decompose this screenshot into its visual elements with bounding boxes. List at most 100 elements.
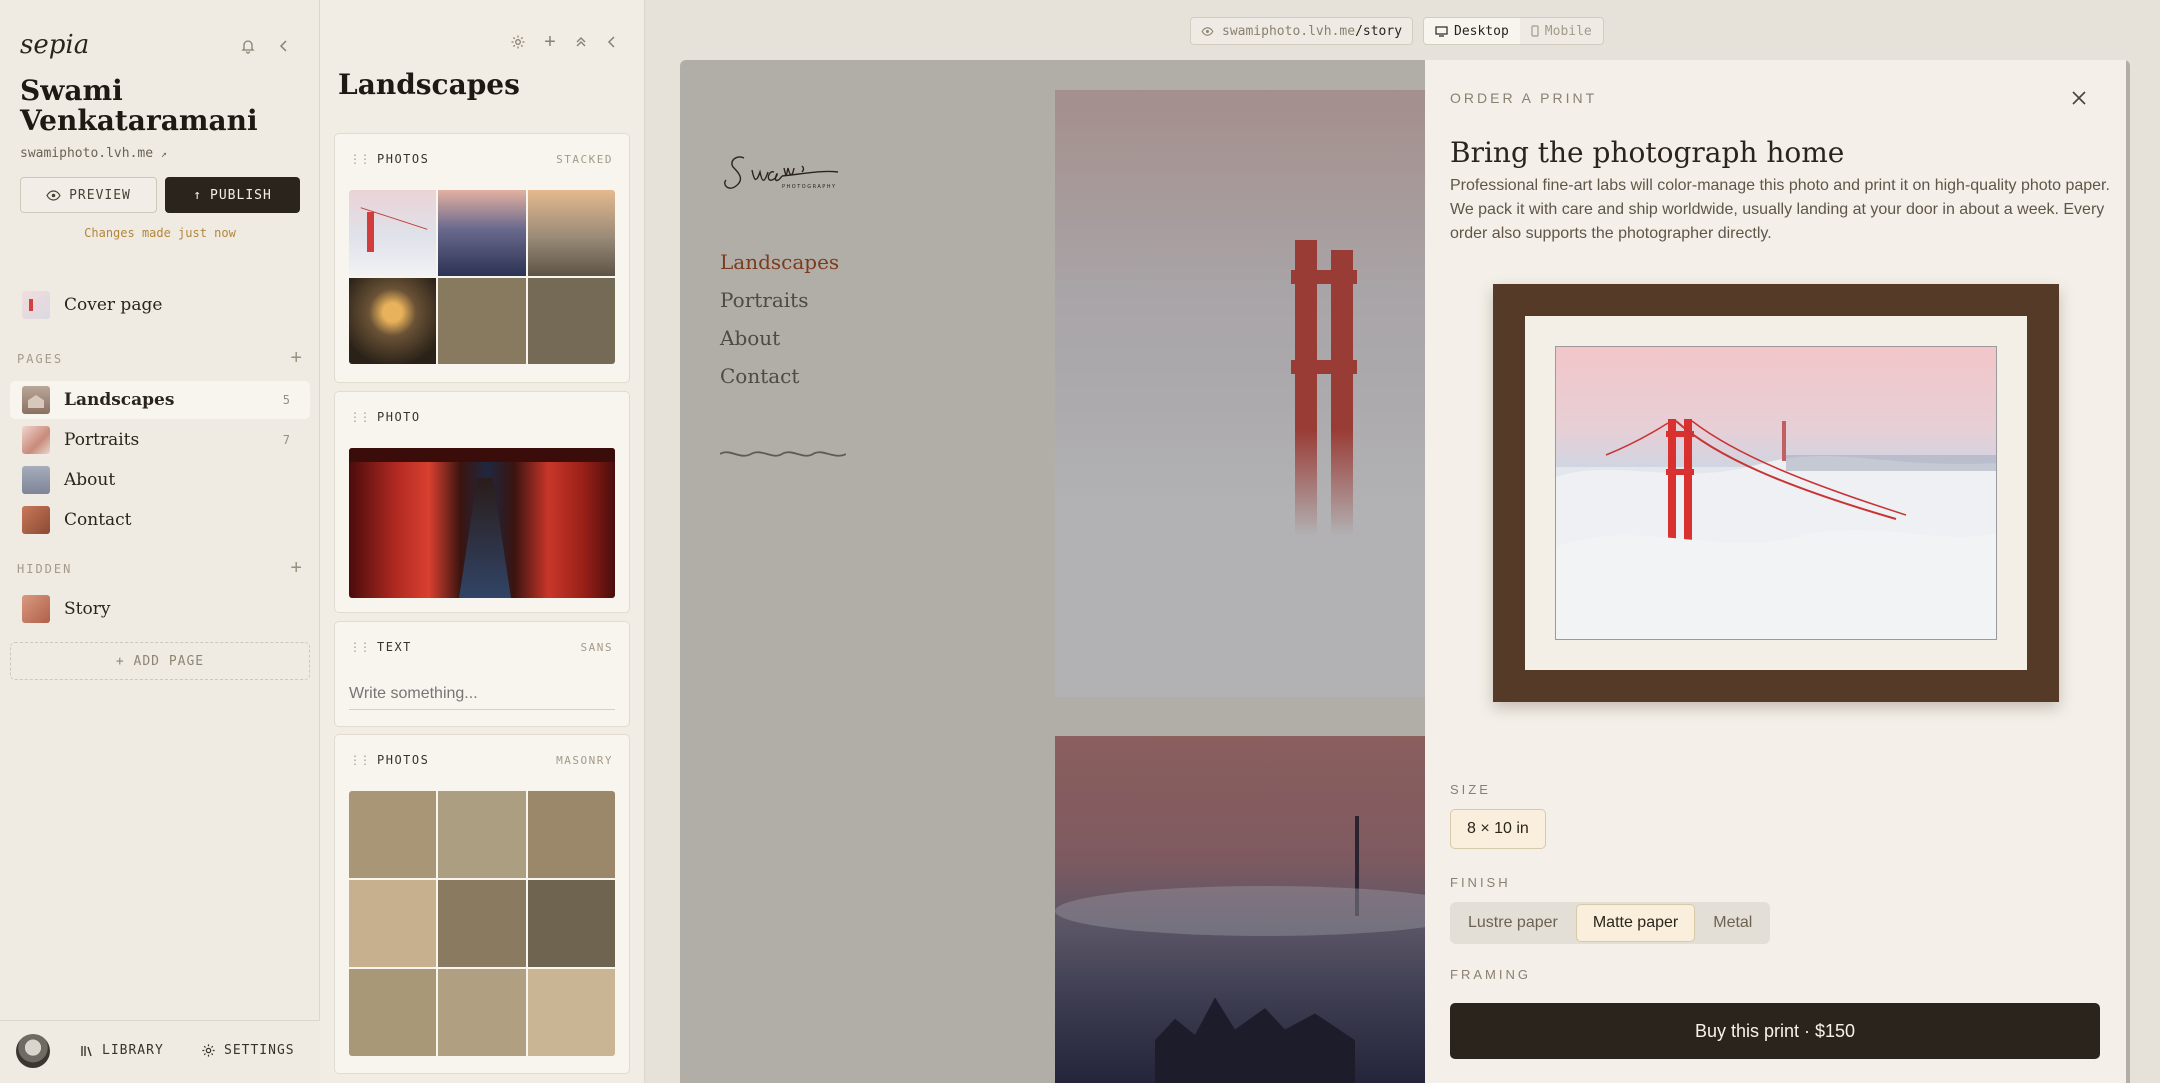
drag-handle-icon[interactable]: ⋮⋮	[349, 152, 371, 166]
desktop-toggle[interactable]: Desktop	[1424, 18, 1520, 44]
photo-placeholder[interactable]	[438, 969, 526, 1056]
cover-page-item[interactable]: Cover page	[10, 286, 310, 324]
photo-placeholder[interactable]	[349, 969, 437, 1056]
signature-logo[interactable]: PHOTOGRAPHY	[722, 148, 852, 208]
settings-label: SETTINGS	[224, 1043, 295, 1058]
photo-grid	[349, 791, 615, 1056]
site-url-text: swamiphoto.lvh.me	[20, 146, 154, 161]
story-label: Story	[64, 599, 111, 619]
photo-single-block[interactable]: ⋮⋮ PHOTO	[334, 391, 630, 613]
finish-option-lustre[interactable]: Lustre paper	[1452, 904, 1574, 942]
photo-thumbnail[interactable]	[349, 278, 437, 364]
hidden-heading: HIDDEN	[17, 562, 72, 576]
phone-icon	[1531, 25, 1539, 37]
photo-thumbnail[interactable]	[527, 190, 615, 276]
about-label: About	[64, 470, 116, 490]
framing-label: FRAMING	[1450, 967, 1531, 982]
library-label: LIBRARY	[102, 1043, 164, 1058]
sidebar-item-about[interactable]: About	[10, 461, 310, 499]
sidebar-item-portraits[interactable]: Portraits 7	[10, 421, 310, 459]
site-nav-about[interactable]: About	[720, 326, 780, 350]
brand-logo: sepia	[20, 30, 90, 60]
library-button[interactable]: LIBRARY	[80, 1043, 164, 1058]
preview-button[interactable]: PREVIEW	[20, 177, 157, 213]
add-block-plus-icon[interactable]: +	[538, 30, 562, 54]
finish-option-metal[interactable]: Metal	[1697, 904, 1768, 942]
about-thumbnail	[22, 466, 50, 494]
block-label: ⋮⋮ PHOTOS	[349, 753, 429, 767]
drawer-description: Professional fine-art labs will color-ma…	[1450, 177, 2110, 242]
block-font-tag[interactable]: SANS	[581, 641, 614, 654]
photo-placeholder[interactable]	[527, 880, 615, 967]
publish-button[interactable]: ↑ PUBLISH	[165, 177, 300, 213]
mobile-toggle[interactable]: Mobile	[1520, 18, 1603, 44]
cover-page-label: Cover page	[64, 295, 163, 315]
sidebar-item-landscapes[interactable]: Landscapes 5	[10, 381, 310, 419]
photo-placeholder[interactable]	[349, 880, 437, 967]
close-icon[interactable]	[2067, 86, 2091, 110]
photos-stacked-block[interactable]: ⋮⋮ PHOTOS STACKED	[334, 133, 630, 383]
block-label-text: PHOTO	[377, 410, 421, 424]
panel-title: Landscapes	[338, 68, 520, 101]
desktop-label: Desktop	[1454, 23, 1509, 39]
site-nav-landscapes[interactable]: Landscapes	[720, 250, 839, 274]
sidebar-item-contact[interactable]: Contact	[10, 501, 310, 539]
bell-icon[interactable]	[236, 34, 260, 58]
drag-handle-icon[interactable]: ⋮⋮	[349, 640, 371, 654]
text-block[interactable]: ⋮⋮ TEXT SANS	[334, 621, 630, 727]
drag-handle-icon[interactable]: ⋮⋮	[349, 753, 371, 767]
settings-button[interactable]: SETTINGS	[201, 1043, 295, 1058]
gallery-photo-bridge[interactable]	[1055, 90, 1475, 697]
arrow-up-icon: ↑	[193, 187, 203, 203]
add-hidden-plus-icon[interactable]: +	[290, 558, 302, 578]
contact-thumbnail	[22, 506, 50, 534]
photo-placeholder[interactable]	[438, 791, 526, 878]
site-nav-portraits[interactable]: Portraits	[720, 288, 808, 312]
sidebar-item-story[interactable]: Story	[10, 590, 310, 628]
text-block-input[interactable]	[349, 678, 615, 710]
page-settings-gear-icon[interactable]	[506, 30, 530, 54]
collapse-all-icon[interactable]	[569, 30, 593, 54]
buy-print-button[interactable]: Buy this print · $150	[1450, 1003, 2100, 1059]
avatar[interactable]	[16, 1034, 50, 1068]
photos-masonry-block[interactable]: ⋮⋮ PHOTOS MASONRY	[334, 734, 630, 1074]
drawer-eyebrow: ORDER A PRINT	[1450, 90, 1598, 106]
photo-placeholder[interactable]	[527, 969, 615, 1056]
publish-label: PUBLISH	[210, 187, 272, 203]
contact-label: Contact	[64, 510, 132, 530]
collapse-sidebar-icon[interactable]	[272, 34, 296, 58]
site-url-link[interactable]: swamiphoto.lvh.me ↗	[20, 146, 167, 161]
photo-placeholder[interactable]	[438, 278, 526, 364]
photo-placeholder[interactable]	[527, 791, 615, 878]
finish-segmented-control: Lustre paper Matte paper Metal	[1450, 902, 1771, 944]
external-link-icon: ↗	[160, 149, 167, 160]
finish-option-matte[interactable]: Matte paper	[1575, 904, 1696, 942]
photo-thumbnail[interactable]	[438, 190, 526, 276]
photo-thumbnail[interactable]	[349, 190, 437, 276]
preview-url-bar[interactable]: swamiphoto.lvh.me/story	[1190, 17, 1414, 45]
size-option-8x10[interactable]: 8 × 10 in	[1450, 809, 1546, 849]
landscapes-label: Landscapes	[64, 390, 175, 410]
torii-photo[interactable]	[349, 448, 615, 598]
photo-placeholder[interactable]	[438, 880, 526, 967]
block-layout-tag[interactable]: MASONRY	[556, 754, 613, 767]
library-icon	[81, 1045, 92, 1056]
gallery-photo-city[interactable]	[1055, 736, 1475, 1083]
sidebar: sepia Swami Venkataramani swamiphoto.lvh…	[0, 0, 320, 1083]
photo-placeholder[interactable]	[349, 791, 437, 878]
photo-grid	[349, 190, 615, 364]
close-panel-chevron-icon[interactable]	[600, 30, 624, 54]
framed-print-preview	[1493, 284, 2059, 702]
add-page-button[interactable]: + ADD PAGE	[10, 642, 310, 680]
preview-label: PREVIEW	[69, 187, 131, 203]
block-layout-tag[interactable]: STACKED	[556, 153, 613, 166]
wave-divider	[720, 451, 846, 457]
site-nav-contact[interactable]: Contact	[720, 364, 799, 388]
order-print-drawer: ORDER A PRINT Bring the photograph home …	[1425, 60, 2126, 1083]
add-page-plus-icon[interactable]: +	[290, 348, 302, 368]
eye-icon	[46, 189, 61, 201]
hidden-heading-text: HIDDEN	[17, 562, 73, 576]
drawer-title: Bring the photograph home	[1450, 136, 1845, 169]
drag-handle-icon[interactable]: ⋮⋮	[349, 410, 371, 424]
photo-placeholder[interactable]	[527, 278, 615, 364]
